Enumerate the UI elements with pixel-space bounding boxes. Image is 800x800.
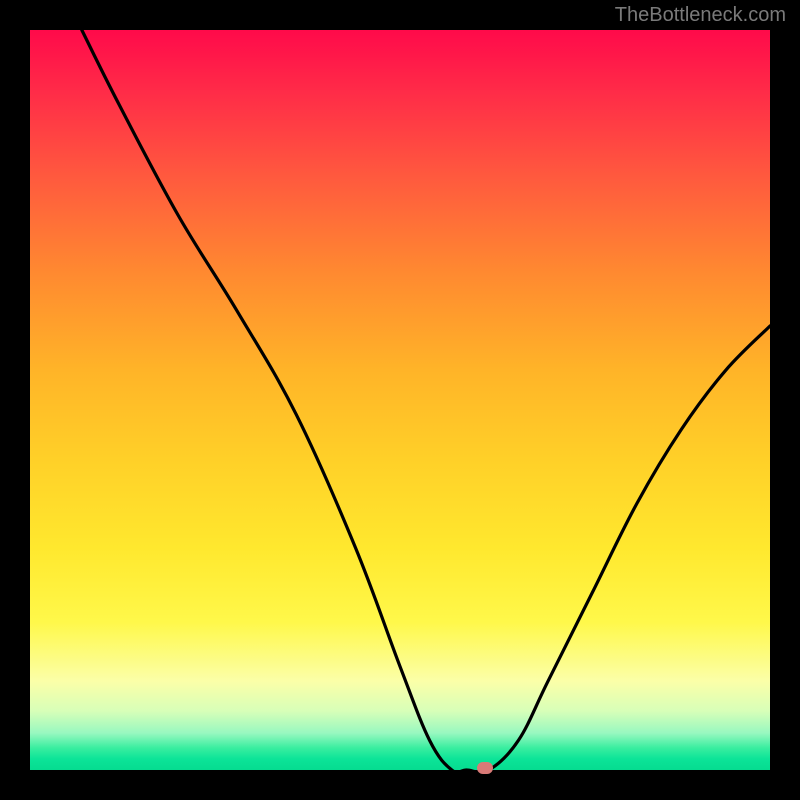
optimum-marker-icon xyxy=(477,762,493,774)
chart-curve xyxy=(30,30,770,770)
curve-path xyxy=(82,30,770,772)
attribution-label: TheBottleneck.com xyxy=(615,4,786,27)
plot-area xyxy=(30,30,770,770)
